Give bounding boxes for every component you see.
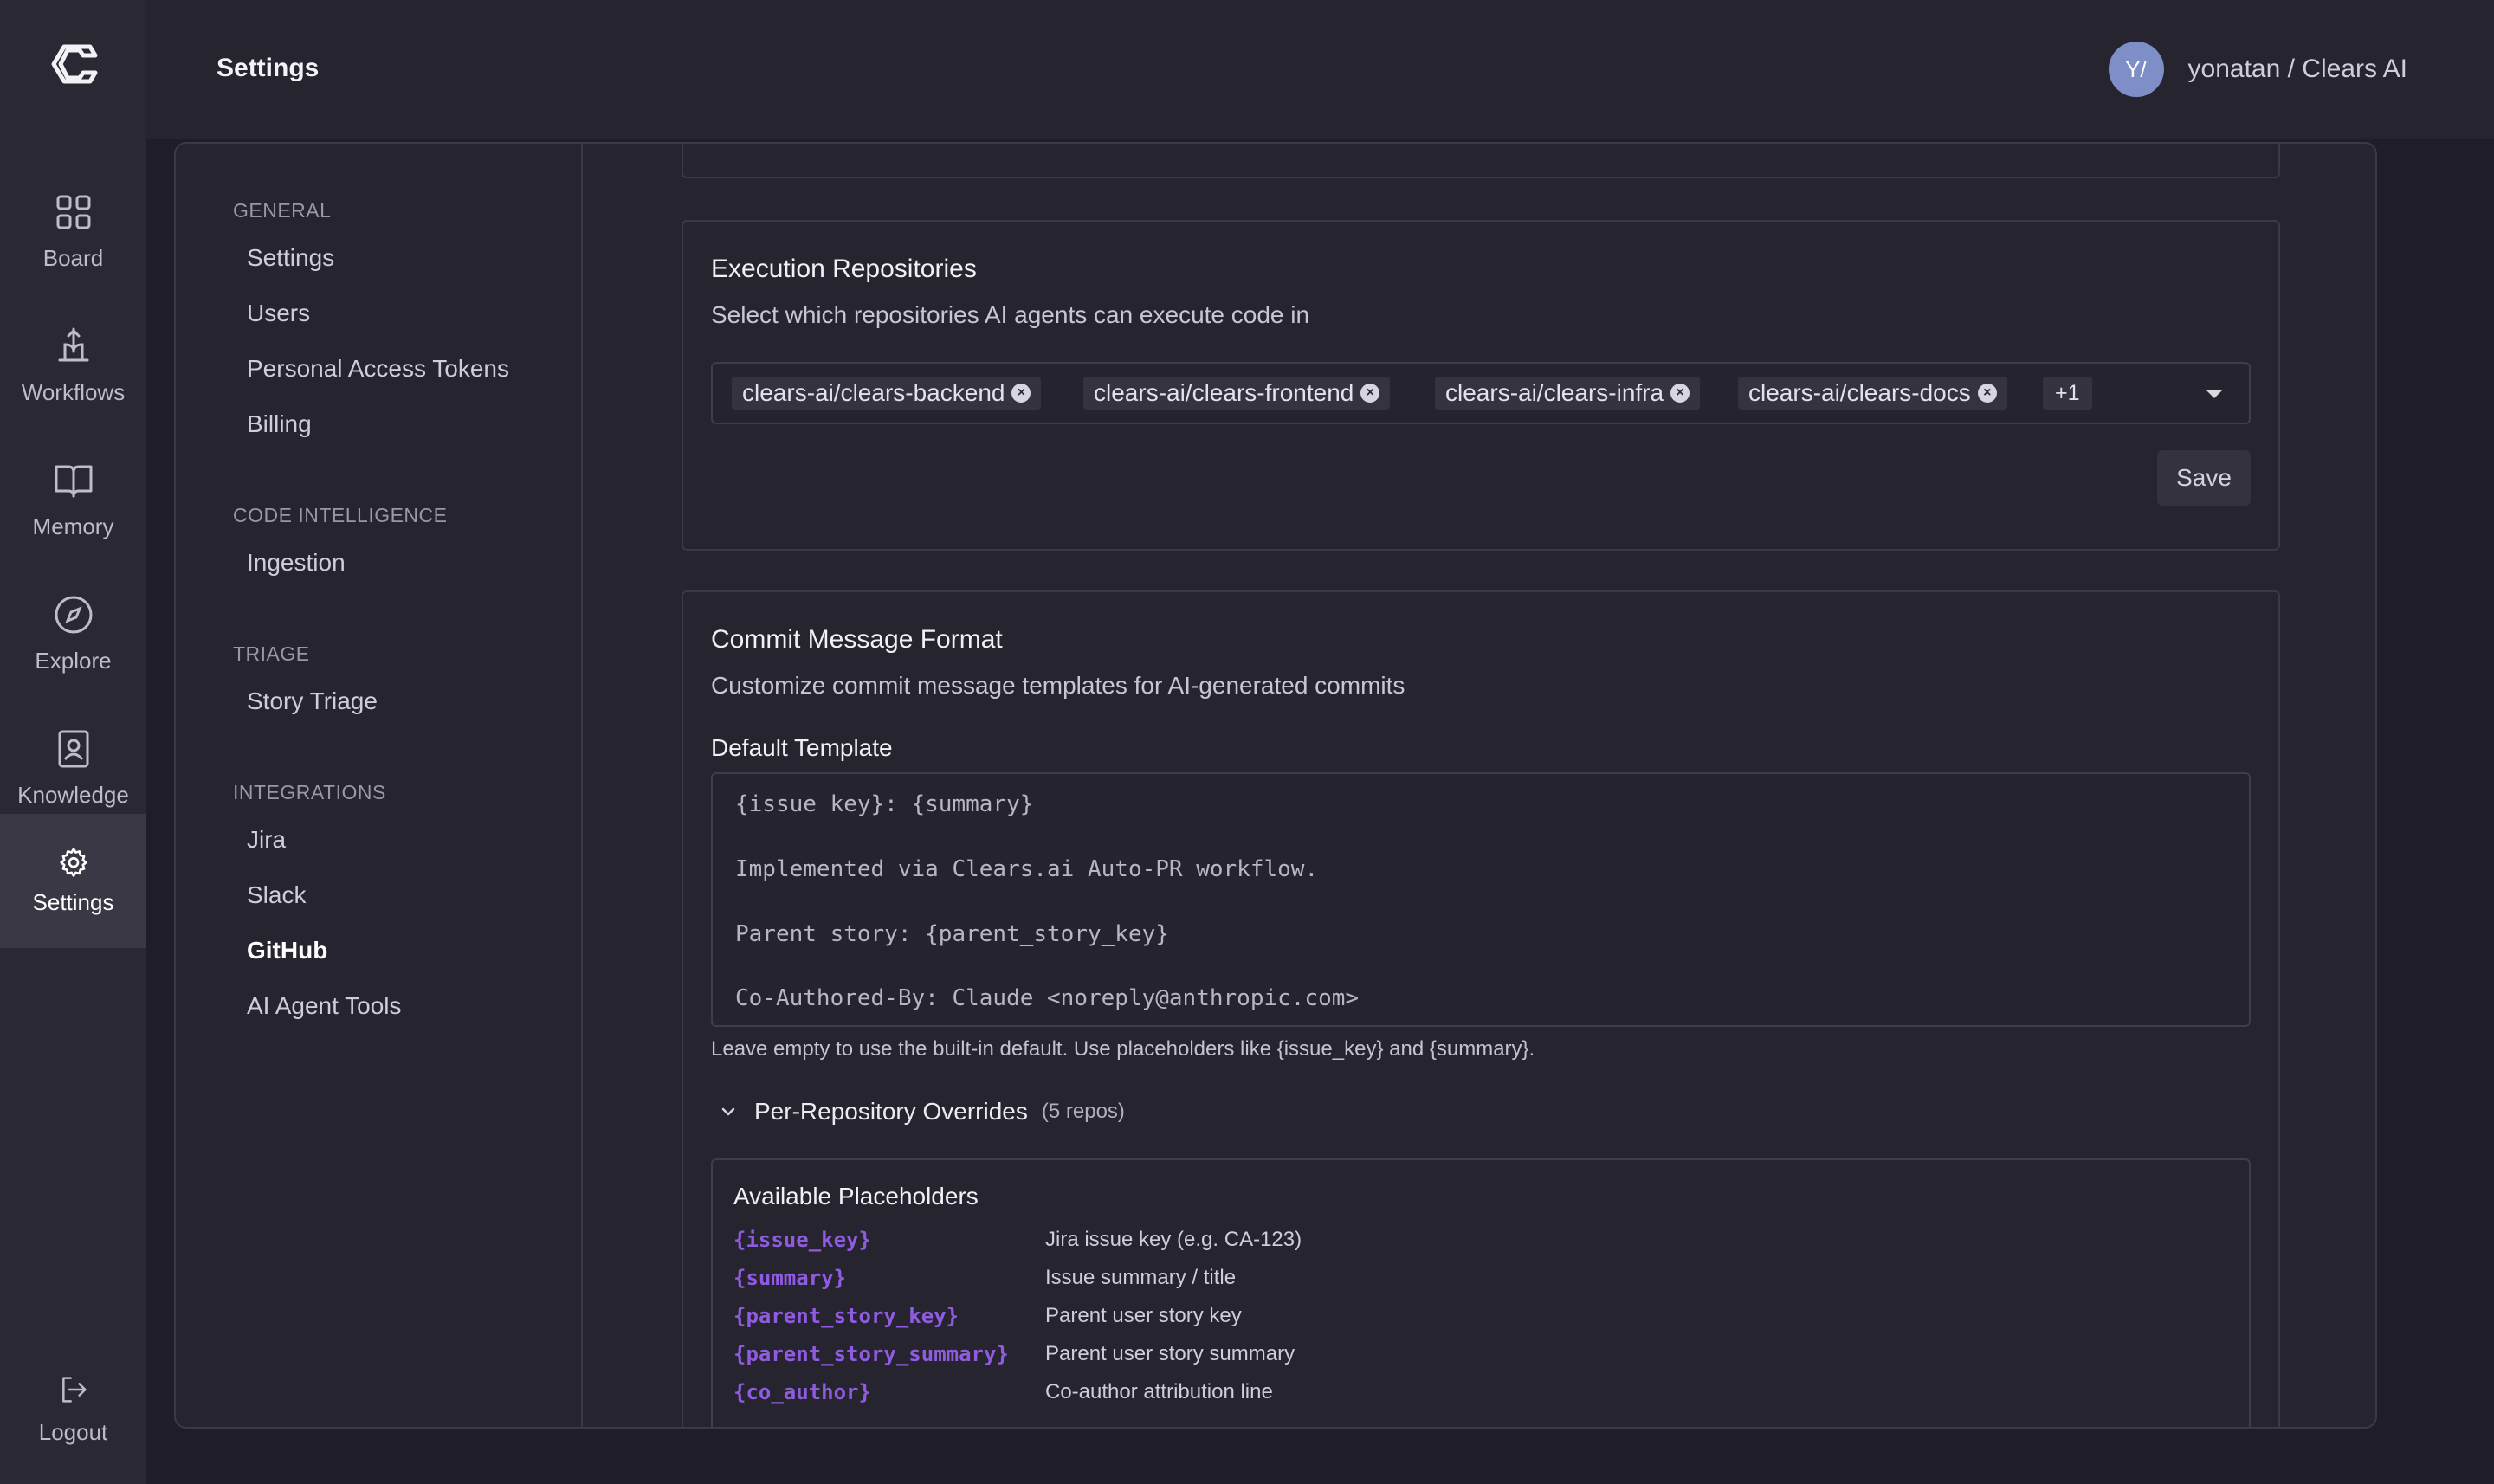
remove-chip-icon[interactable]: ×	[1670, 384, 1690, 403]
rail-item-label: Board	[42, 245, 104, 271]
settings-subnav: GENERAL Settings Users Personal Access T…	[176, 144, 583, 1427]
placeholder-key: {parent_story_key}	[733, 1304, 959, 1328]
section-label-triage: TRIAGE	[233, 642, 310, 665]
overrides-label: Per-Repository Overrides	[754, 1098, 1028, 1125]
placeholder-description: Parent user story key	[1045, 1304, 1242, 1327]
placeholder-row: {parent_story_summary} Parent user story…	[733, 1342, 2206, 1377]
subnav-item-personal-access-tokens[interactable]: Personal Access Tokens	[247, 355, 509, 383]
repo-chip-label: clears-ai/clears-frontend	[1094, 379, 1354, 406]
card-description: Select which repositories AI agents can …	[711, 301, 1310, 328]
placeholder-description: Co-author attribution line	[1045, 1380, 1273, 1403]
subnav-item-github[interactable]: GitHub	[247, 937, 327, 965]
repo-chip-label: clears-ai/clears-docs	[1748, 379, 1971, 406]
repo-chip: clears-ai/clears-backend ×	[732, 377, 1042, 410]
repo-chip: clears-ai/clears-docs ×	[1738, 377, 2007, 410]
card-title: Commit Message Format	[711, 625, 1003, 654]
chevron-down-icon	[721, 1107, 735, 1116]
gear-icon	[59, 848, 87, 877]
template-line: Implemented via Clears.ai Auto-PR workfl…	[735, 856, 1319, 882]
placeholder-row: {summary} Issue summary / title	[733, 1266, 2206, 1300]
subnav-item-users[interactable]: Users	[247, 300, 310, 327]
execution-repositories-card: Execution Repositories Select which repo…	[682, 220, 2280, 551]
default-template-label: Default Template	[711, 734, 893, 761]
placeholder-key: {co_author}	[733, 1380, 871, 1404]
template-hint: Leave empty to use the built-in default.…	[711, 1037, 1535, 1061]
section-label-general: GENERAL	[233, 199, 332, 222]
placeholder-row: {parent_story_key} Parent user story key	[733, 1304, 2206, 1339]
subnav-item-billing[interactable]: Billing	[247, 410, 312, 438]
logout-button[interactable]: Logout	[0, 1342, 146, 1476]
placeholder-description: Jira issue key (e.g. CA-123)	[1045, 1228, 1302, 1251]
rail-item-label: Knowledge	[17, 782, 129, 808]
rail-item-board[interactable]: Board	[0, 165, 146, 299]
more-repos-chip[interactable]: +1	[2043, 377, 2092, 410]
user-menu[interactable]: Y/ yonatan / Clears AI	[2108, 42, 2407, 97]
remove-chip-icon[interactable]: ×	[1977, 384, 1997, 403]
per-repository-overrides-toggle[interactable]: Per-Repository Overrides (5 repos)	[718, 1098, 1125, 1126]
placeholder-row: {co_author} Co-author attribution line	[733, 1380, 2206, 1415]
logout-icon	[61, 1377, 87, 1403]
placeholder-description: Parent user story summary	[1045, 1342, 1295, 1365]
section-label-integrations: INTEGRATIONS	[233, 781, 386, 803]
default-template-textarea[interactable]: {issue_key}: {summary} Implemented via C…	[711, 772, 2251, 1027]
previous-card	[682, 144, 2280, 178]
subnav-item-slack[interactable]: Slack	[247, 881, 306, 909]
placeholders-title: Available Placeholders	[733, 1183, 979, 1210]
logout-label: Logout	[38, 1419, 108, 1445]
template-line: Co-Authored-By: Claude <noreply@anthropi…	[735, 985, 1360, 1011]
remove-chip-icon[interactable]: ×	[1360, 384, 1380, 403]
rail-item-label: Settings	[32, 889, 114, 915]
avatar[interactable]: Y/	[2108, 42, 2164, 97]
rail-item-label: Workflows	[21, 379, 126, 405]
repo-chip: clears-ai/clears-infra ×	[1435, 377, 1701, 410]
rail-item-label: Explore	[35, 648, 112, 674]
workflow-icon	[58, 327, 88, 362]
repo-chip: clears-ai/clears-frontend ×	[1083, 377, 1391, 410]
save-button[interactable]: Save	[2157, 450, 2251, 506]
compass-icon	[55, 596, 92, 634]
section-label-code-intelligence: CODE INTELLIGENCE	[233, 504, 448, 526]
card-description: Customize commit message templates for A…	[711, 672, 1405, 699]
book-icon	[55, 465, 92, 498]
chevron-down-icon[interactable]	[2206, 390, 2223, 398]
top-bar: Settings Y/ yonatan / Clears AI	[146, 0, 2494, 139]
placeholder-key: {parent_story_summary}	[733, 1342, 1009, 1366]
overrides-count: (5 repos)	[1041, 1100, 1125, 1123]
commit-message-format-card: Commit Message Format Customize commit m…	[682, 590, 2280, 1427]
grid-icon	[56, 195, 90, 229]
repository-multiselect[interactable]: clears-ai/clears-backend × clears-ai/cle…	[711, 362, 2251, 424]
template-line: Parent story: {parent_story_key}	[735, 921, 1169, 947]
placeholder-key: {summary}	[733, 1266, 847, 1290]
subnav-item-story-triage[interactable]: Story Triage	[247, 687, 378, 715]
settings-panel: GENERAL Settings Users Personal Access T…	[174, 142, 2377, 1429]
rail-item-memory[interactable]: Memory	[0, 433, 146, 567]
rail-item-settings[interactable]: Settings	[0, 814, 146, 948]
subnav-item-ai-agent-tools[interactable]: AI Agent Tools	[247, 992, 402, 1020]
user-workspace-name[interactable]: yonatan / Clears AI	[2188, 55, 2407, 84]
placeholder-key: {issue_key}	[733, 1228, 871, 1252]
contact-book-icon	[58, 730, 88, 768]
repo-chip-label: clears-ai/clears-infra	[1445, 379, 1664, 406]
subnav-item-ingestion[interactable]: Ingestion	[247, 549, 346, 577]
subnav-item-jira[interactable]: Jira	[247, 826, 286, 854]
placeholder-description: Issue summary / title	[1045, 1266, 1237, 1289]
page-title: Settings	[216, 54, 320, 82]
app-logo-icon[interactable]	[47, 40, 100, 88]
app-rail: Board Workflows Memory Explore Knowledge…	[0, 0, 146, 1484]
subnav-item-settings[interactable]: Settings	[247, 244, 334, 272]
available-placeholders-box: Available Placeholders {issue_key} Jira …	[711, 1158, 2251, 1427]
remove-chip-icon[interactable]: ×	[1011, 384, 1031, 403]
repo-chip-label: clears-ai/clears-backend	[742, 379, 1005, 406]
placeholder-row: {issue_key} Jira issue key (e.g. CA-123)	[733, 1228, 2206, 1262]
rail-item-label: Memory	[32, 513, 114, 539]
template-line: {issue_key}: {summary}	[735, 791, 1034, 817]
card-title: Execution Repositories	[711, 255, 977, 283]
rail-item-explore[interactable]: Explore	[0, 567, 146, 701]
rail-item-workflows[interactable]: Workflows	[0, 299, 146, 433]
